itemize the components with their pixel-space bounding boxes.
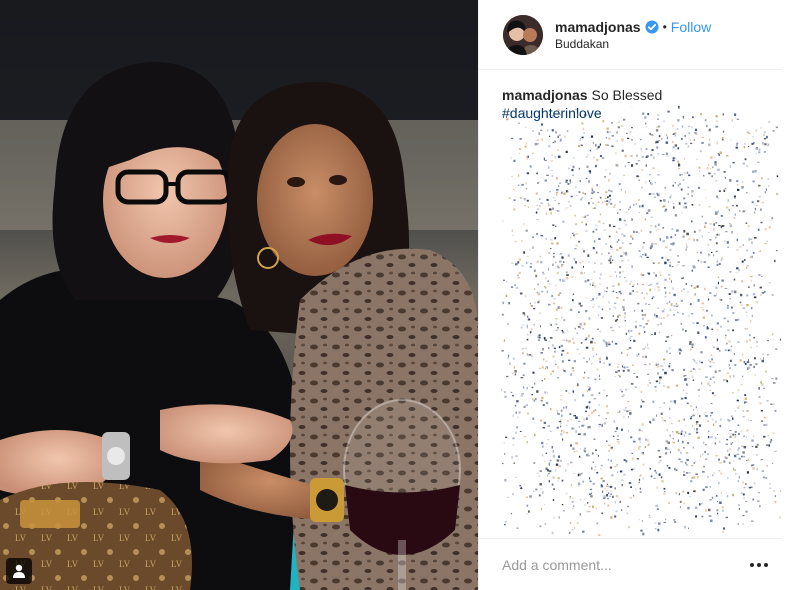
more-options-icon[interactable] — [749, 562, 769, 567]
post-header: mamadjonas • Follow Buddakan — [479, 0, 781, 70]
caption-username[interactable]: mamadjonas — [502, 87, 588, 103]
header-row: mamadjonas • Follow — [555, 19, 711, 35]
comments-area-obscured — [501, 106, 782, 538]
avatar[interactable] — [503, 14, 543, 55]
post-sidebar: mamadjonas • Follow Buddakan mamadjonas … — [478, 0, 789, 590]
location-link[interactable]: Buddakan — [555, 37, 711, 51]
caption-text: So Blessed — [591, 87, 663, 103]
person-icon — [13, 564, 25, 578]
photo-illustration: LV — [0, 0, 478, 590]
more-dot — [750, 562, 754, 567]
follow-button[interactable]: Follow — [671, 19, 711, 35]
verified-badge-icon — [645, 20, 659, 34]
more-dot — [757, 562, 761, 567]
username-link[interactable]: mamadjonas — [555, 19, 641, 35]
post-modal: LV — [0, 0, 789, 590]
noise-overlay — [501, 106, 782, 538]
separator-dot: • — [662, 19, 667, 34]
more-dot — [764, 562, 768, 567]
header-info: mamadjonas • Follow Buddakan — [555, 19, 711, 51]
avatar-image — [503, 14, 543, 55]
comment-footer — [479, 538, 781, 590]
post-photo[interactable]: LV — [0, 0, 478, 590]
user-tag-icon[interactable] — [6, 558, 32, 584]
comment-input[interactable] — [502, 556, 749, 573]
